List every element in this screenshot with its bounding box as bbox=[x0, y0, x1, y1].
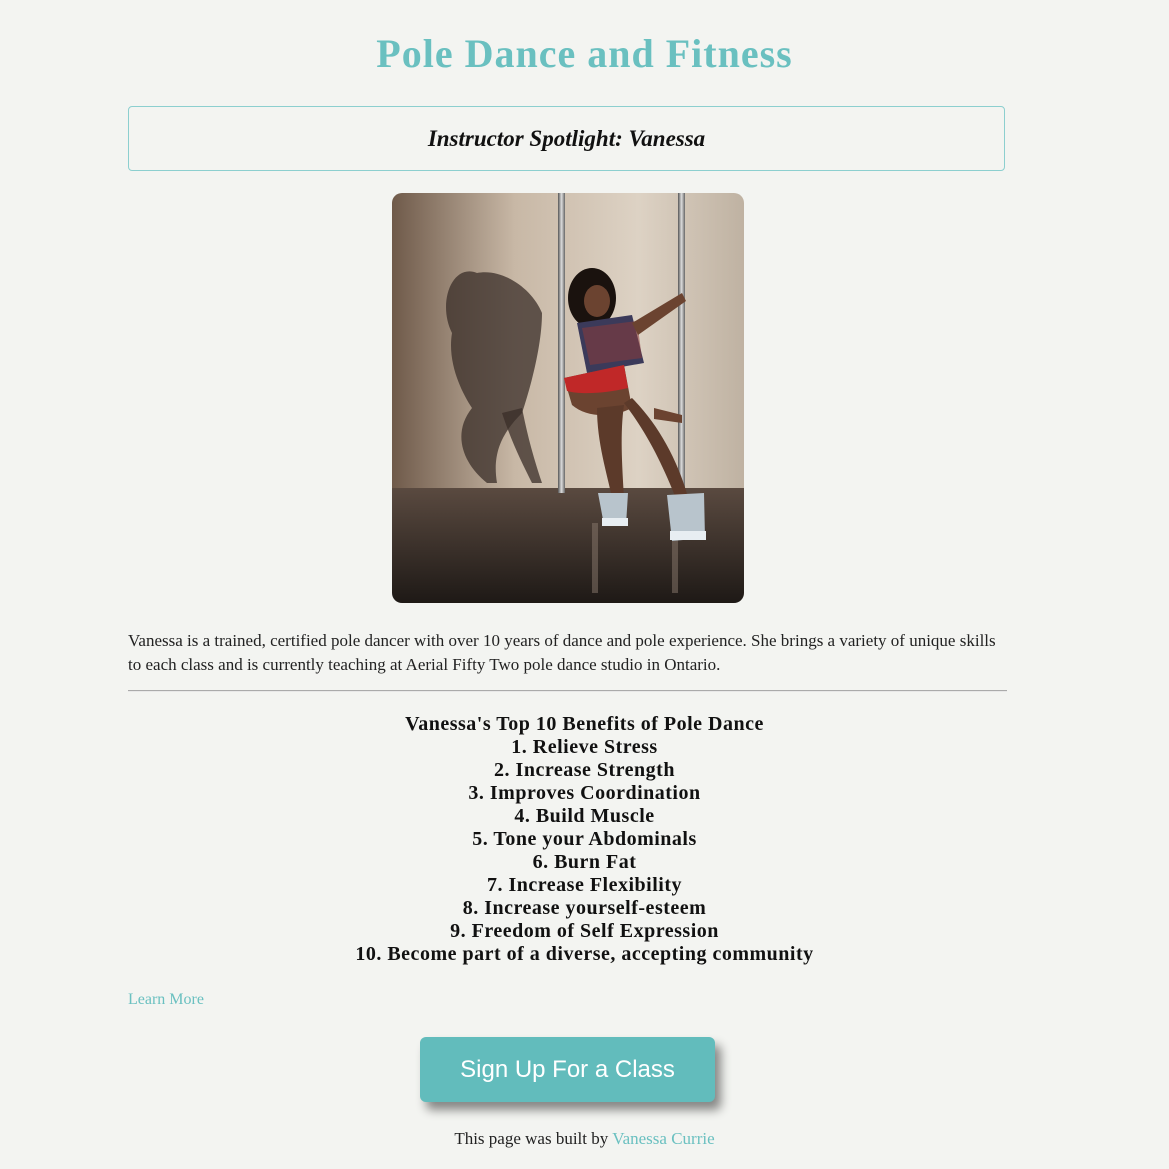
benefits-list: Vanessa's Top 10 Benefits of Pole Dance … bbox=[0, 713, 1169, 966]
page-title: Pole Dance and Fitness bbox=[376, 31, 793, 76]
benefit-item: 4. Build Muscle bbox=[514, 805, 655, 827]
instructor-photo bbox=[392, 193, 744, 603]
benefit-item: 5. Tone your Abdominals bbox=[472, 828, 697, 850]
page: Pole Dance and Fitness Instructor Spotli… bbox=[0, 0, 1169, 1169]
benefits-heading: Vanessa's Top 10 Benefits of Pole Dance bbox=[405, 713, 764, 735]
benefit-item: 2. Increase Strength bbox=[494, 759, 675, 781]
benefit-item: 10. Become part of a diverse, accepting … bbox=[355, 943, 814, 965]
footer-credit-text: This page was built by bbox=[454, 1129, 613, 1148]
sign-up-button[interactable]: Sign Up For a Class bbox=[420, 1037, 715, 1102]
spotlight-heading: Instructor Spotlight: Vanessa bbox=[427, 125, 706, 151]
benefit-item: 1. Relieve Stress bbox=[511, 736, 658, 758]
learn-more-link[interactable]: Learn More bbox=[128, 991, 204, 1009]
benefit-item: 8. Increase yourself-esteem bbox=[462, 897, 707, 919]
benefit-item: 7. Increase Flexibility bbox=[487, 874, 682, 896]
instructor-bio: Vanessa is a trained, certified pole dan… bbox=[128, 631, 996, 674]
benefit-item: 9. Freedom of Self Expression bbox=[450, 920, 719, 942]
spotlight-banner: Instructor Spotlight: Vanessa bbox=[128, 106, 1005, 171]
benefit-item: 6. Burn Fat bbox=[532, 851, 637, 873]
author-link[interactable]: Vanessa Currie bbox=[612, 1129, 714, 1148]
footer: This page was built by Vanessa Currie bbox=[0, 1129, 1169, 1149]
section-divider bbox=[128, 690, 1007, 692]
benefit-item: 3. Improves Coordination bbox=[468, 782, 701, 804]
